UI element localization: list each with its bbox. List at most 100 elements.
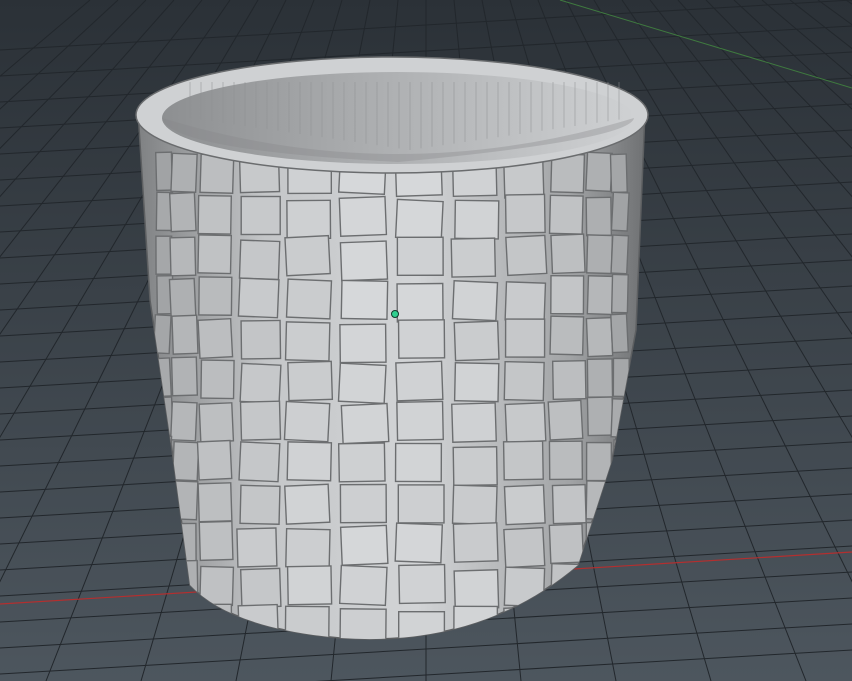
tile <box>503 360 545 402</box>
tile <box>548 523 585 565</box>
tile <box>452 522 499 563</box>
cylinder-interior <box>162 72 634 164</box>
tile <box>170 152 198 194</box>
tile <box>170 356 199 397</box>
tile <box>197 194 233 235</box>
tile <box>451 280 499 322</box>
tile <box>171 440 200 482</box>
tile <box>394 198 444 241</box>
tile <box>285 278 333 320</box>
tile <box>451 402 497 443</box>
tile <box>338 564 388 607</box>
tile <box>585 196 613 237</box>
tile <box>198 276 233 316</box>
tile <box>338 195 388 237</box>
tile <box>287 360 334 402</box>
tile <box>239 400 282 441</box>
tile <box>339 524 389 566</box>
tile <box>284 234 331 277</box>
tile <box>340 402 390 445</box>
tile <box>504 281 547 322</box>
tile <box>504 193 546 234</box>
tile <box>453 320 500 362</box>
tile <box>394 522 444 564</box>
tile <box>503 526 546 569</box>
tile <box>548 194 584 235</box>
tile <box>394 442 443 483</box>
scene-canvas[interactable] <box>0 0 852 681</box>
tile <box>503 484 546 526</box>
tile <box>610 313 630 354</box>
tile <box>397 484 445 524</box>
tile <box>284 321 331 362</box>
tile <box>240 195 281 236</box>
tile <box>339 323 387 364</box>
tile <box>451 484 498 526</box>
tile <box>610 273 629 314</box>
tile <box>169 236 197 277</box>
tile <box>286 565 333 606</box>
tile <box>196 439 233 481</box>
tile <box>283 400 331 443</box>
tile <box>340 279 389 321</box>
tile <box>197 234 233 275</box>
tile <box>609 153 628 194</box>
tile <box>337 442 386 483</box>
tile <box>154 151 174 192</box>
tile <box>339 483 388 524</box>
tile <box>453 569 500 610</box>
tile <box>240 319 282 360</box>
tile <box>505 234 548 277</box>
tile <box>395 360 444 402</box>
tile <box>585 316 614 358</box>
tile <box>452 446 498 487</box>
tile <box>236 527 278 568</box>
tile <box>286 199 332 240</box>
tile <box>239 567 282 609</box>
tile <box>504 402 547 444</box>
tile <box>450 237 497 278</box>
viewport-3d[interactable] <box>0 0 852 681</box>
tile <box>239 484 281 525</box>
tiled-cylinder-mesh[interactable] <box>135 56 649 650</box>
tile <box>286 441 333 482</box>
tile <box>155 235 173 275</box>
tile <box>397 319 446 359</box>
tile <box>398 563 446 605</box>
tile <box>284 483 331 525</box>
tile <box>550 233 586 275</box>
tile <box>549 315 585 356</box>
tile <box>168 277 197 319</box>
tile <box>585 234 614 275</box>
tile <box>550 275 585 315</box>
tile <box>547 399 584 441</box>
tile <box>502 440 544 481</box>
tile <box>168 191 197 233</box>
pivot-icon[interactable] <box>391 310 399 318</box>
tile <box>454 199 500 240</box>
tile <box>610 234 630 275</box>
tile <box>396 282 444 323</box>
tile <box>169 401 198 442</box>
tile <box>586 358 614 398</box>
tile <box>337 362 387 405</box>
tile <box>586 396 614 437</box>
tile <box>239 362 282 404</box>
tile <box>198 520 234 562</box>
tile <box>198 402 235 443</box>
tile <box>285 527 331 569</box>
tile <box>610 191 630 232</box>
tile <box>548 440 584 481</box>
tile <box>551 360 587 400</box>
tile <box>200 359 235 400</box>
tile <box>237 277 280 319</box>
tile <box>585 151 613 193</box>
tile <box>171 314 199 355</box>
tile <box>586 275 614 316</box>
tile <box>453 362 500 403</box>
tile <box>396 400 444 442</box>
tile <box>396 236 444 277</box>
tile <box>197 482 233 523</box>
tile <box>238 441 281 483</box>
tile <box>504 318 546 358</box>
